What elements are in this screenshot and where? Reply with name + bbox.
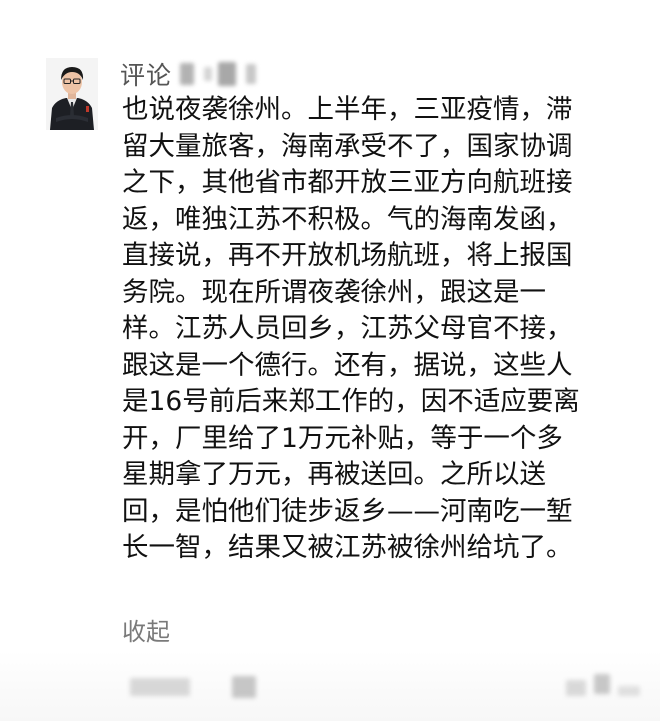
author-label: 评论 (120, 61, 173, 90)
redacted-username-block (204, 67, 213, 81)
comment-line: 返，唯独江苏不积极。气的海南发函， (122, 203, 573, 235)
comment-line: 是16号前后来郑工作的，因不适应要离 (122, 386, 580, 417)
comment-line: 跟这是一个德行。还有，据说，这些人 (122, 349, 573, 381)
comment-line: 样。江苏人员回乡，江苏父母官不接， (122, 313, 573, 344)
redacted-username-block (180, 63, 195, 85)
comment-line: 开，厂里给了1万元补贴，等于一个多 (122, 422, 563, 454)
comment-line: 留大量旅客，海南承受不了，国家协调 (122, 130, 573, 162)
avatar[interactable] (46, 58, 98, 130)
comment-line: 之下，其他省市都开放三亚方向航班接 (122, 167, 573, 198)
redacted-actions (594, 674, 610, 694)
redacted-actions (566, 680, 586, 696)
comment-line: 回，是怕他们徒步返乡——河南吃一堑 (122, 495, 573, 527)
redacted-username-block (218, 62, 237, 86)
comment-line: 长一智，结果又被江苏被徐州给坑了。 (122, 532, 573, 563)
comment-line: 务院。现在所谓夜袭徐州，跟这是一 (122, 276, 546, 308)
redacted-actions (618, 686, 640, 696)
user-avatar-icon (46, 58, 98, 130)
comment-line: 星期拿了万元，再被送回。之所以送 (122, 459, 546, 490)
collapse-button[interactable]: 收起 (122, 612, 170, 647)
footer-shade (0, 650, 660, 721)
comment-line: 直接说，再不开放机场航班，将上报国 (122, 240, 573, 271)
comment-line: 也说夜袭徐州。上半年，三亚疫情，滞 (122, 94, 573, 125)
comment-author-row: 评论 (120, 54, 257, 94)
redacted-username-block (246, 64, 257, 84)
redacted-timestamp (232, 676, 256, 698)
comment-text: 也说夜袭徐州。上半年，三亚疫情，滞 留大量旅客，海南承受不了，国家协调 之下，其… (122, 92, 632, 567)
redacted-timestamp (130, 678, 190, 696)
